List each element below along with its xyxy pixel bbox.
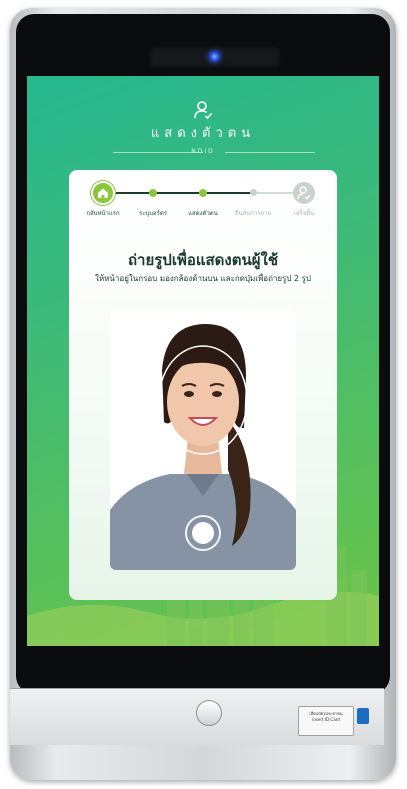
- capture-card: กลับหน้าแรก ระบุบอร์ตร แสดงตัวตน ยืนยันก…: [69, 170, 337, 600]
- shutter-icon: [192, 522, 214, 544]
- step-label-1: กลับหน้าแรก: [86, 210, 120, 217]
- id-card-icon: [357, 708, 369, 724]
- step-label-5: เสร็จสิ้น: [293, 210, 315, 217]
- home-icon: [98, 188, 108, 198]
- step-label-2: ระบุบอร์ตร: [138, 210, 167, 217]
- step-3-dot: [199, 189, 207, 197]
- step-1-home-button[interactable]: [91, 181, 115, 205]
- step-5-dot: [293, 182, 315, 204]
- capture-instructions: ให้หน้าอยู่ในกรอบ มองกล้องด้านบน และกดปุ…: [94, 274, 312, 283]
- kiosk-screen: แสดงตัวตน NDID กลับหน้าแรก ระบุบอร์ตร แส…: [27, 76, 379, 646]
- progress-stepper: กลับหน้าแรก ระบุบอร์ตร แสดงตัวตน ยืนยันก…: [69, 178, 337, 222]
- step-label-3: แสดงตัวตน: [188, 210, 218, 217]
- hardware-home-button[interactable]: [196, 700, 222, 726]
- id-card-slot[interactable]: เสียบบัตรประชาชน insert ID Card: [298, 706, 354, 736]
- step-label-4: ยืนยันการอาย: [235, 210, 271, 217]
- capture-shutter-button[interactable]: [185, 515, 221, 551]
- step-line-done: [103, 192, 253, 194]
- camera-bar: [149, 46, 281, 68]
- user-check-icon: [297, 186, 311, 200]
- camera-preview: [110, 310, 296, 570]
- step-4-dot: [250, 189, 257, 196]
- user-check-icon: [194, 101, 213, 120]
- card-slot-sublabel: insert ID Card: [312, 717, 340, 722]
- capture-title: ถ่ายรูปเพื่อแสดงตนผู้ใช้: [127, 251, 279, 269]
- page-title: แสดงตัวตน: [150, 126, 256, 141]
- page-subtitle: NDID: [191, 148, 215, 155]
- step-2-dot: [149, 189, 157, 197]
- camera-indicator-icon: [209, 51, 220, 62]
